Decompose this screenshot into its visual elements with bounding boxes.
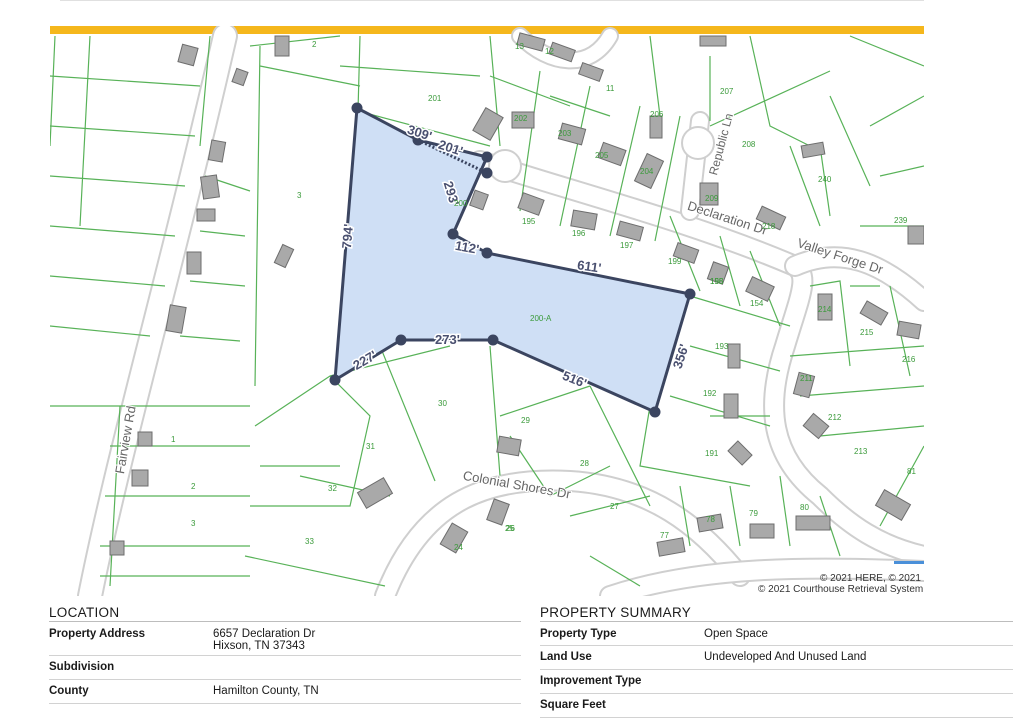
lot-number: 24 — [454, 543, 463, 552]
lot-number: 11 — [606, 84, 615, 93]
lot-number: 154 — [750, 299, 764, 308]
lot-number: 32 — [328, 484, 337, 493]
lot-number: 29 — [521, 416, 530, 425]
attribution-accent — [894, 561, 924, 564]
cul-de-sac — [488, 149, 522, 183]
lot-number: 13 — [515, 42, 524, 51]
row-label: Land Use — [540, 651, 592, 663]
lot-number: 31 — [366, 442, 375, 451]
lot-number: 206 — [650, 110, 664, 119]
row-label: Improvement Type — [540, 675, 642, 687]
summary-row-property-type: Property Type Open Space — [540, 622, 1013, 646]
cul-de-sac — [681, 126, 715, 160]
parcel-map[interactable]: 309' 201' 293' 112' 611' 794' 227' 273' … — [50, 26, 924, 596]
row-value: 6657 Declaration Dr Hixson, TN 37343 — [213, 628, 315, 655]
lot-number: 33 — [305, 537, 314, 546]
lot-number: 196 — [572, 229, 586, 238]
row-label: Property Address — [49, 628, 146, 640]
lot-number: 211 — [800, 374, 813, 383]
lot-number: 2 — [191, 482, 196, 491]
lot-number: 239 — [894, 216, 908, 225]
row-value: Hamilton County, TN — [213, 685, 319, 697]
lot-number: 209 — [705, 194, 719, 203]
location-row-address: Property Address 6657 Declaration Dr Hix… — [49, 622, 521, 656]
top-divider — [60, 0, 924, 1]
lot-number: 81 — [907, 467, 916, 476]
lot-number: 205 — [595, 151, 609, 160]
location-title: LOCATION — [49, 605, 521, 622]
lot-number: 1 — [171, 435, 176, 444]
lot-number: 77 — [660, 531, 669, 540]
lot-number: 218 — [762, 222, 776, 231]
lot-number: 27 — [610, 502, 619, 511]
lot-number: 216 — [902, 355, 916, 364]
attribution-line: © 2021 HERE, © 2021 N — [820, 573, 924, 584]
lot-number: 12 — [545, 47, 554, 56]
map-header-bar — [50, 26, 924, 34]
lot-number: 3 — [191, 519, 196, 528]
lot-number: 191 — [705, 449, 719, 458]
summary-row-land-use: Land Use Undeveloped And Unused Land — [540, 646, 1013, 670]
lot-number: 155 — [710, 277, 724, 286]
lot-number: 207 — [720, 87, 734, 96]
lot-number: 208 — [742, 140, 756, 149]
row-label: Subdivision — [49, 661, 115, 673]
dim-label: 794' — [339, 223, 356, 249]
property-summary-section: PROPERTY SUMMARY Property Type Open Spac… — [540, 605, 1013, 718]
lot-number: 195 — [522, 217, 536, 226]
lot-number: 204 — [640, 167, 654, 176]
lot-number: 199 — [668, 257, 682, 266]
lot-number: 25 — [505, 524, 514, 533]
map-canvas: 309' 201' 293' 112' 611' 794' 227' 273' … — [50, 26, 924, 596]
attribution-line: © 2021 Courthouse Retrieval System, — [758, 584, 924, 595]
location-section: LOCATION Property Address 6657 Declarati… — [49, 605, 521, 704]
lot-number: 203 — [558, 129, 572, 138]
lot-number: 2 — [312, 40, 317, 49]
address-line-2: Hixson, TN 37343 — [213, 640, 305, 652]
row-label: Property Type — [540, 628, 617, 640]
location-row-county: County Hamilton County, TN — [49, 680, 521, 704]
row-label: County — [49, 685, 89, 697]
lot-number: 28 — [580, 459, 589, 468]
lot-number: 30 — [438, 399, 447, 408]
lot-number: 193 — [715, 342, 729, 351]
lot-number: 214 — [818, 305, 832, 314]
dim-label: 273' — [435, 332, 460, 347]
lot-number: 192 — [703, 389, 717, 398]
lot-number: 79 — [749, 509, 758, 518]
parcel-label: 200-A — [530, 314, 552, 323]
lot-number: 197 — [620, 241, 634, 250]
row-value: Open Space — [704, 628, 768, 640]
address-line-1: 6657 Declaration Dr — [213, 628, 316, 640]
location-row-subdivision: Subdivision — [49, 656, 521, 680]
summary-row-improvement-type: Improvement Type — [540, 670, 1013, 694]
lot-number: 212 — [828, 413, 842, 422]
lot-number: 201 — [428, 94, 442, 103]
lot-number: 213 — [854, 447, 868, 456]
lot-number: 78 — [706, 515, 715, 524]
row-value: Undeveloped And Unused Land — [704, 651, 867, 663]
lot-number: 240 — [818, 175, 832, 184]
lot-number: 80 — [800, 503, 809, 512]
lot-number: 215 — [860, 328, 874, 337]
lot-number: 202 — [514, 114, 528, 123]
summary-row-square-feet: Square Feet — [540, 694, 1013, 718]
summary-title: PROPERTY SUMMARY — [540, 605, 1013, 622]
lot-number: 3 — [297, 191, 302, 200]
lot-number: 200 — [454, 199, 468, 208]
row-label: Square Feet — [540, 699, 606, 711]
